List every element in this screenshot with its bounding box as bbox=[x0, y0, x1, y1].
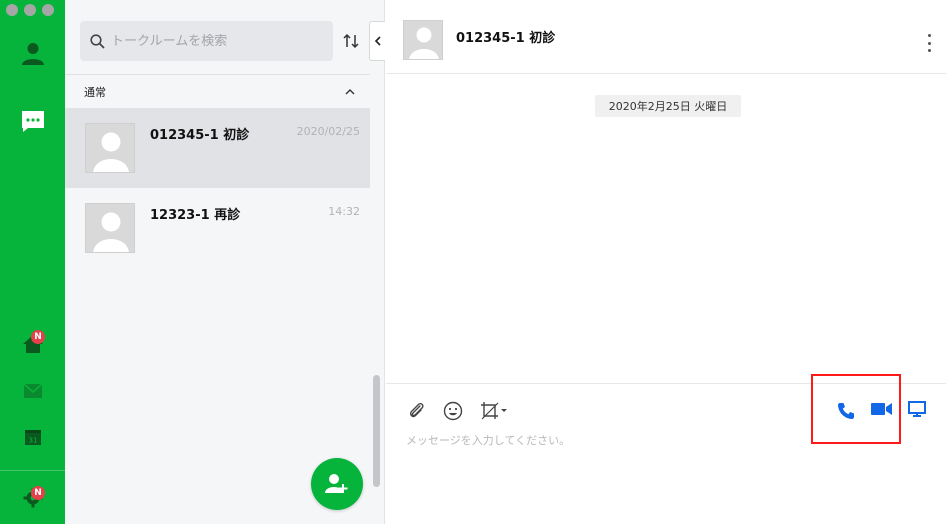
minimize-window-button[interactable] bbox=[24, 4, 36, 16]
calendar-icon: 31 bbox=[24, 430, 41, 445]
chat-title: 012345-1 初診 bbox=[456, 31, 556, 46]
section-label: 通常 bbox=[84, 86, 106, 99]
avatar bbox=[85, 203, 135, 253]
chat-room-row[interactable]: 012345-1 初診 2020/02/25 bbox=[65, 108, 370, 188]
screen-share-button[interactable] bbox=[908, 401, 926, 418]
chevron-left-icon bbox=[374, 36, 381, 46]
search-box[interactable] bbox=[80, 21, 333, 61]
close-window-button[interactable] bbox=[6, 4, 18, 16]
emoji-icon bbox=[443, 401, 463, 421]
message-input[interactable] bbox=[406, 434, 926, 447]
collapse-list-button[interactable] bbox=[369, 21, 385, 61]
nav-settings[interactable]: N bbox=[0, 486, 65, 510]
video-camera-icon bbox=[871, 403, 892, 415]
settings-badge: N bbox=[31, 486, 45, 500]
date-divider: 2020年2月25日 火曜日 bbox=[595, 95, 741, 117]
chat-pane: 012345-1 初診 2020年2月25日 火曜日 bbox=[386, 0, 946, 524]
phone-icon bbox=[838, 403, 854, 419]
friends-icon bbox=[21, 43, 44, 65]
chat-avatar[interactable] bbox=[403, 20, 443, 60]
more-icon-dot bbox=[927, 34, 931, 37]
mail-icon bbox=[23, 383, 42, 398]
list-scrollbar[interactable] bbox=[373, 375, 380, 487]
default-avatar-icon bbox=[93, 212, 129, 252]
more-icon-dot bbox=[927, 41, 931, 45]
nav-home[interactable]: N bbox=[0, 330, 65, 358]
chat-room-row[interactable]: 12323-1 再診 14:32 bbox=[65, 188, 370, 268]
rail-divider bbox=[0, 470, 65, 471]
default-avatar-icon bbox=[93, 132, 129, 172]
room-name: 012345-1 初診 bbox=[150, 128, 250, 143]
nav-mail[interactable] bbox=[0, 380, 65, 402]
add-friend-icon bbox=[325, 474, 348, 493]
nav-friends[interactable] bbox=[0, 38, 65, 68]
section-collapse-button[interactable] bbox=[343, 84, 357, 98]
nav-chats[interactable] bbox=[0, 106, 65, 136]
crop-icon bbox=[481, 402, 507, 420]
monitor-icon bbox=[908, 401, 926, 417]
sort-button[interactable] bbox=[340, 30, 362, 52]
message-composer bbox=[386, 374, 946, 524]
chat-header: 012345-1 初診 bbox=[386, 0, 946, 74]
chat-list-pane: 通常 012345-1 初診 2020/02/25 12323-1 再診 14:… bbox=[65, 0, 385, 524]
room-time: 2020/02/25 bbox=[296, 125, 360, 138]
chevron-up-icon bbox=[345, 88, 355, 94]
calendar-day-label: 31 bbox=[28, 437, 37, 445]
default-avatar-icon bbox=[409, 27, 439, 59]
zoom-window-button[interactable] bbox=[42, 4, 54, 16]
avatar bbox=[85, 123, 135, 173]
more-options-button[interactable] bbox=[924, 34, 934, 52]
more-icon-dot bbox=[927, 49, 931, 52]
home-badge: N bbox=[31, 330, 45, 344]
add-friend-button[interactable] bbox=[311, 458, 363, 510]
search-input[interactable] bbox=[111, 33, 331, 49]
paperclip-icon bbox=[409, 402, 424, 418]
room-name: 12323-1 再診 bbox=[150, 208, 241, 223]
attach-file-button[interactable] bbox=[407, 401, 427, 421]
side-rail: N 31 N bbox=[0, 0, 65, 524]
search-icon bbox=[90, 33, 105, 49]
screenshot-button[interactable] bbox=[480, 401, 508, 421]
chats-icon bbox=[21, 111, 44, 132]
nav-calendar[interactable]: 31 bbox=[0, 426, 65, 448]
emoji-button[interactable] bbox=[443, 401, 463, 421]
window-controls bbox=[6, 4, 54, 16]
list-divider bbox=[65, 74, 370, 75]
voice-call-button[interactable] bbox=[836, 401, 856, 421]
room-time: 14:32 bbox=[328, 205, 360, 218]
sort-icon bbox=[343, 33, 359, 49]
video-call-button[interactable] bbox=[871, 401, 893, 417]
